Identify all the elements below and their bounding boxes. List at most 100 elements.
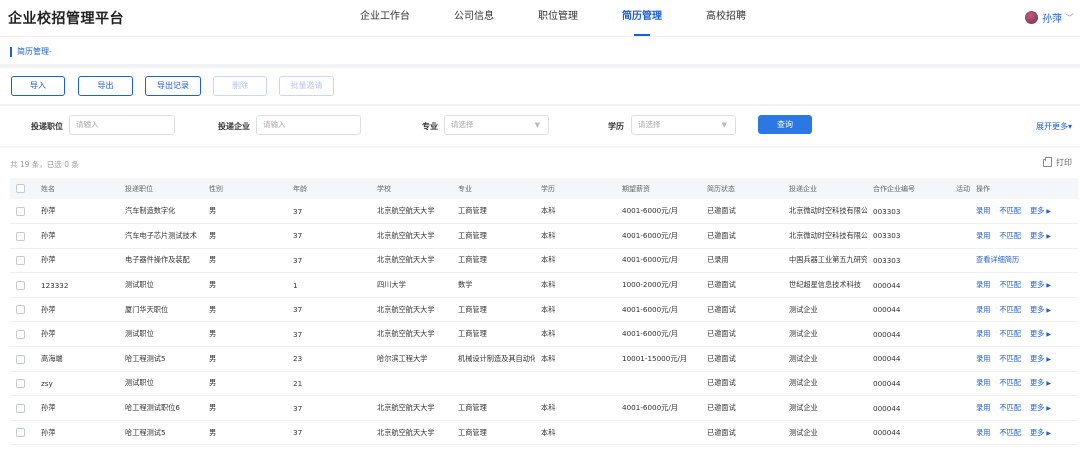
breadcrumb: 简历管理- [10,47,52,57]
caret-right-icon[interactable]: ▶ [1046,307,1051,314]
row-checkbox[interactable] [16,330,25,340]
education-filter-select[interactable]: 请选择 ▼ [631,115,736,135]
hire-link[interactable]: 录用 [976,280,990,289]
hire-link[interactable]: 录用 [976,403,990,412]
export-log-button[interactable]: 导出记录 [145,76,201,96]
hire-link[interactable]: 录用 [976,354,990,363]
more-actions-label[interactable]: 更多 [1030,378,1044,387]
more-actions-label[interactable]: 更多 [1030,280,1044,289]
more-actions-label[interactable]: 更多 [1030,354,1044,363]
hire-link[interactable]: 录用 [976,428,990,437]
nav-item-company-info[interactable]: 公司信息 [454,0,494,36]
row-select-cell[interactable] [10,248,35,274]
mismatch-link[interactable]: 不匹配 [999,305,1021,314]
more-actions-label[interactable]: 更多 [1030,403,1044,412]
view-resume-link[interactable]: 查看详细简历 [976,255,1019,264]
column-header: 操作 [970,178,1078,199]
export-button[interactable]: 导出 [78,76,133,96]
company-filter-input[interactable]: 请输入 [256,115,361,135]
more-actions-label[interactable]: 更多 [1030,231,1044,240]
more-actions-link[interactable]: 更多 ▶ [1030,403,1060,412]
caret-right-icon[interactable]: ▶ [1046,356,1051,363]
expand-more-link[interactable]: 展开更多▾ [1036,121,1072,132]
nav-item-position-management[interactable]: 职位管理 [538,0,578,36]
table-cell [371,371,452,397]
row-select-cell[interactable] [10,371,35,397]
row-actions: 录用 不匹配 更多 ▶ [970,371,1078,397]
hire-link[interactable]: 录用 [976,305,990,314]
caret-right-icon[interactable]: ▶ [1046,405,1051,412]
more-actions-link[interactable]: 更多 ▶ [1030,354,1060,363]
nav-item-workbench[interactable]: 企业工作台 [360,0,410,36]
row-select-cell[interactable] [10,272,35,298]
more-actions-link[interactable]: 更多 ▶ [1030,428,1060,437]
select-all-checkbox[interactable] [16,184,25,193]
row-checkbox[interactable] [16,428,25,438]
row-select-cell[interactable] [10,223,35,249]
row-checkbox[interactable] [16,379,25,389]
caret-right-icon[interactable]: ▶ [1046,208,1051,215]
avatar[interactable] [1024,11,1038,24]
mismatch-link[interactable]: 不匹配 [999,280,1021,289]
nav-item-resume-management[interactable]: 简历管理 [622,0,662,36]
row-select-cell[interactable] [10,321,35,348]
row-select-cell[interactable] [10,395,35,421]
mismatch-link[interactable]: 不匹配 [999,329,1021,338]
row-select-cell[interactable] [10,346,35,372]
row-checkbox[interactable] [16,231,25,241]
more-actions-link[interactable]: 更多 ▶ [1030,231,1060,240]
chevron-down-icon[interactable]: ﹀ [1065,11,1074,24]
table-cell [950,297,970,323]
hire-link[interactable]: 录用 [976,231,990,240]
row-checkbox[interactable] [16,280,25,290]
row-checkbox[interactable] [16,403,25,413]
user-menu[interactable]: 孙萍 ﹀ [1024,10,1074,25]
row-select-cell[interactable] [10,420,35,446]
batch-invite-button[interactable]: 批量邀请 [279,76,334,96]
more-actions-link[interactable]: 更多 ▶ [1030,305,1060,314]
caret-right-icon[interactable]: ▶ [1046,430,1051,437]
hire-link[interactable]: 录用 [976,206,990,215]
row-checkbox[interactable] [16,305,25,315]
caret-right-icon[interactable]: ▶ [1046,380,1051,387]
table-cell: 哈工程测试5 [119,346,203,372]
select-all-cell[interactable] [10,178,35,199]
caret-right-icon[interactable]: ▶ [1046,282,1051,289]
more-actions-label[interactable]: 更多 [1030,206,1044,215]
mismatch-link[interactable]: 不匹配 [999,231,1021,240]
hire-link[interactable]: 录用 [976,329,990,338]
more-actions-label[interactable]: 更多 [1030,428,1044,437]
caret-right-icon[interactable]: ▶ [1046,331,1051,338]
delete-button[interactable]: 删除 [213,76,267,96]
caret-right-icon[interactable]: ▶ [1046,233,1051,240]
nav-item-campus-recruitment[interactable]: 高校招聘 [706,0,746,36]
more-actions-label[interactable]: 更多 [1030,305,1044,314]
row-select-cell[interactable] [10,199,35,225]
import-button[interactable]: 导入 [11,76,65,96]
printer-icon[interactable] [1043,156,1052,167]
mismatch-link[interactable]: 不匹配 [999,206,1021,215]
print-label[interactable]: 打印 [1056,157,1072,168]
more-actions-link[interactable]: 更多 ▶ [1030,280,1060,289]
row-checkbox[interactable] [16,354,25,364]
table-cell: 已邀面试 [701,297,783,323]
table-cell: 孙萍 [35,321,119,348]
query-button[interactable]: 查询 [758,115,812,134]
mismatch-link[interactable]: 不匹配 [999,428,1021,437]
mismatch-link[interactable]: 不匹配 [999,354,1021,363]
row-checkbox[interactable] [16,206,25,216]
major-filter-select[interactable]: 请选择 ▼ [444,115,549,135]
row-select-cell[interactable] [10,297,35,323]
mismatch-link[interactable]: 不匹配 [999,403,1021,412]
more-actions-link[interactable]: 更多 ▶ [1030,378,1060,387]
column-header: 期望薪资 [616,178,701,199]
position-filter-input[interactable]: 请输入 [69,115,175,135]
hire-link[interactable]: 录用 [976,378,990,387]
mismatch-link[interactable]: 不匹配 [999,378,1021,387]
user-name[interactable]: 孙萍 [1042,10,1062,25]
print-button[interactable]: 打印 [1043,156,1072,168]
more-actions-link[interactable]: 更多 ▶ [1030,329,1060,338]
more-actions-link[interactable]: 更多 ▶ [1030,206,1060,215]
row-checkbox[interactable] [16,256,25,266]
more-actions-label[interactable]: 更多 [1030,329,1044,338]
